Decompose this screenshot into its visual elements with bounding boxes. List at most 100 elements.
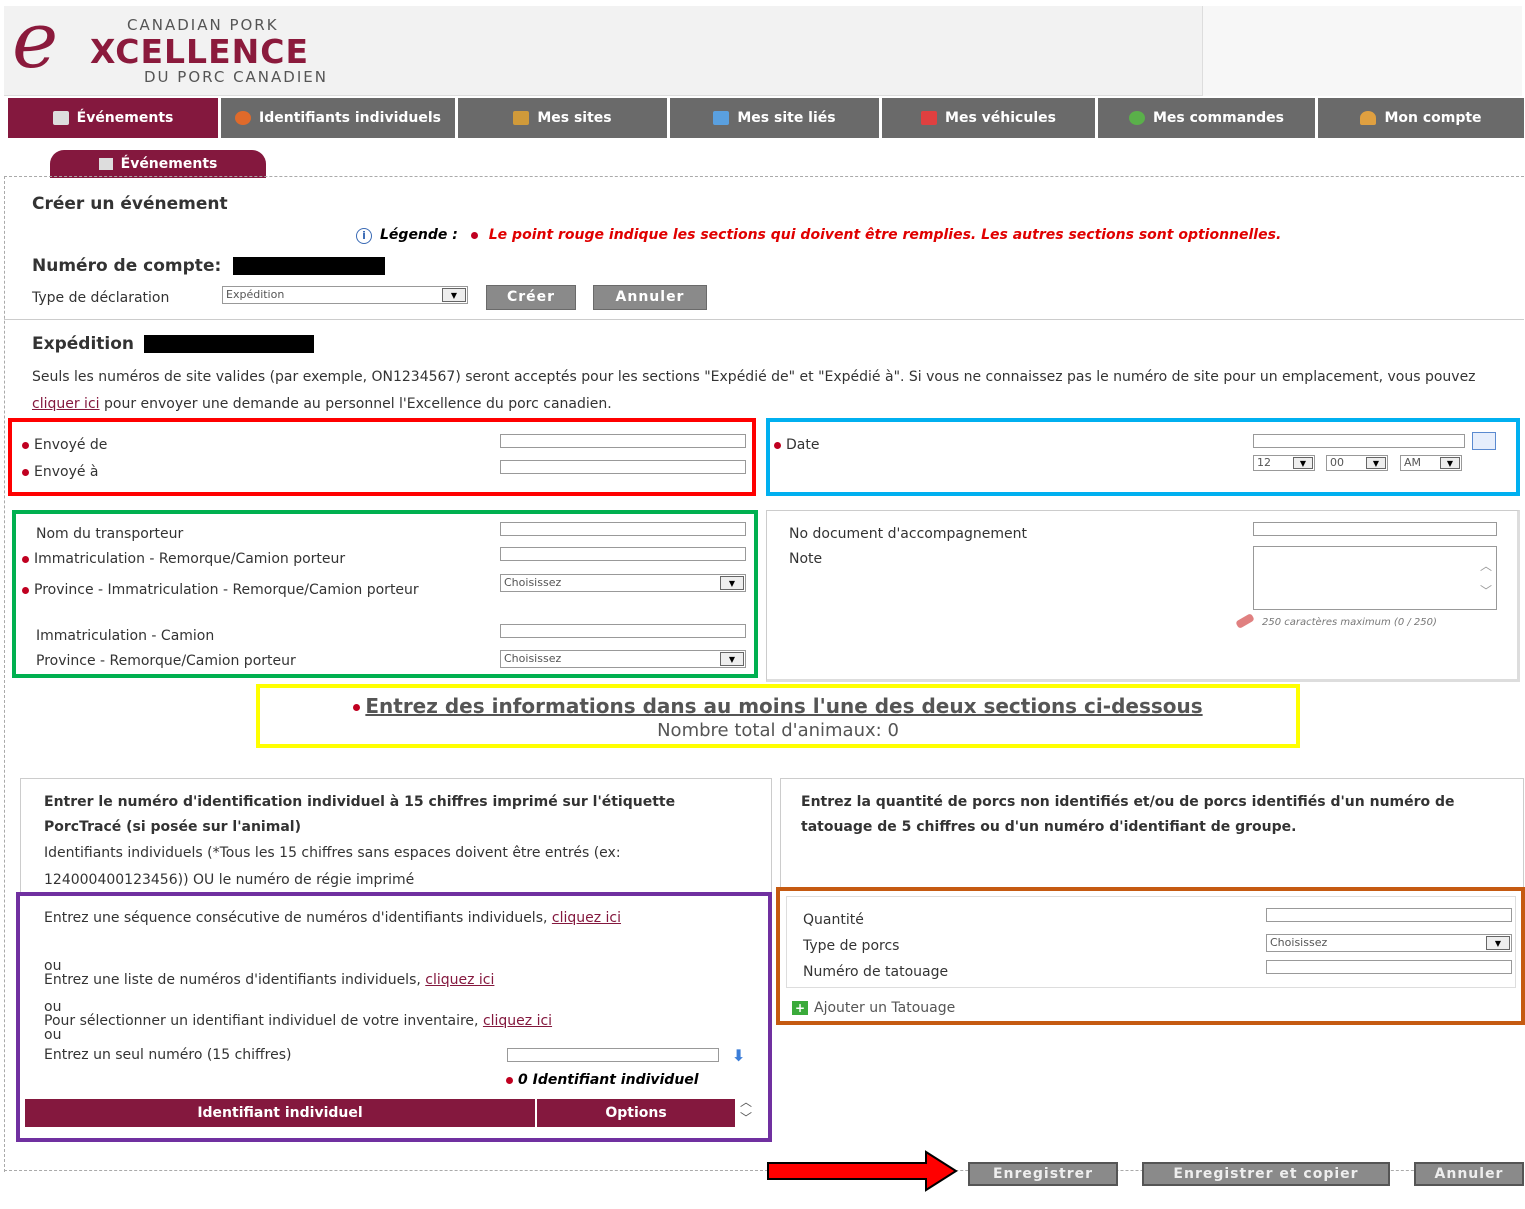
date-input[interactable] — [1253, 434, 1465, 448]
truck-plate-input[interactable] — [500, 624, 746, 638]
declaration-select[interactable]: Expédition ▼ — [222, 286, 468, 304]
desc-text: Seuls les numéros de site valides (par e… — [32, 369, 1476, 385]
date-label: Date — [774, 437, 819, 453]
scroll-down-icon[interactable]: ﹀ — [740, 1110, 752, 1126]
tab-identifiants[interactable]: Identifiants individuels — [221, 98, 458, 138]
hour-select[interactable]: 12 ▼ — [1253, 455, 1315, 471]
redacted-expedition — [143, 335, 314, 353]
quantity-heading: Entrez la quantité de porcs non identifi… — [801, 794, 1455, 835]
doc-number-input[interactable] — [1253, 522, 1497, 536]
required-dot-icon — [22, 468, 29, 476]
header-right-panel — [1202, 6, 1522, 96]
total-animals: Nombre total d'animaux: 0 — [657, 720, 899, 741]
create-button[interactable]: Créer — [486, 285, 576, 310]
required-dot-icon — [22, 555, 29, 563]
tab-mes-commandes[interactable]: Mes commandes — [1098, 98, 1318, 138]
tab-mon-compte[interactable]: Mon compte — [1318, 98, 1524, 138]
save-copy-button[interactable]: Enregistrer et copier — [1142, 1162, 1390, 1186]
required-dot-icon — [774, 441, 781, 449]
carrier-input[interactable] — [500, 522, 746, 536]
chevron-down-icon: ▼ — [1440, 457, 1460, 469]
origin-destination-box — [8, 418, 756, 496]
to-input[interactable] — [500, 460, 746, 474]
account-label: Numéro de compte: — [32, 256, 222, 276]
header: e CANADIAN PORK XCELLENCE DU PORC CANADI… — [4, 2, 1522, 96]
plate-label: Immatriculation - Remorque/Camion porteu… — [22, 551, 345, 567]
logo-line2: XCELLENCE — [90, 32, 310, 71]
column-header-id[interactable]: Identifiant individuel — [24, 1098, 536, 1128]
char-limit-text: 250 caractères maximum (0 / 250) — [1262, 617, 1437, 628]
expedition-title: Expédition — [32, 334, 314, 354]
chevron-down-icon: ▼ — [720, 652, 744, 666]
page-title: Créer un événement — [32, 194, 228, 214]
list-link[interactable]: cliquez ici — [425, 972, 494, 988]
tab-label: Mes sites — [537, 110, 612, 126]
truck-province-label: Province - Remorque/Camion porteur — [36, 653, 296, 669]
truck-province-select[interactable]: Choisissez ▼ — [500, 650, 746, 668]
save-button[interactable]: Enregistrer — [968, 1162, 1118, 1186]
sequence-text: Entrez une séquence consécutive de numér… — [44, 906, 756, 931]
carrier-label: Nom du transporteur — [36, 526, 184, 542]
from-label: Envoyé de — [22, 437, 107, 453]
calendar-icon — [52, 111, 69, 125]
required-dot-icon — [470, 231, 478, 239]
plate-input[interactable] — [500, 547, 746, 561]
cancel-top-button[interactable]: Annuler — [593, 285, 707, 310]
ampm-select[interactable]: AM ▼ — [1400, 455, 1462, 471]
divider — [4, 319, 1524, 320]
quantity-input[interactable] — [1266, 908, 1512, 922]
legend: i Légende : Le point rouge indique les se… — [356, 227, 1281, 244]
or-label: ou — [44, 1027, 62, 1043]
province-label-text: Province - Immatriculation - Remorque/Ca… — [34, 582, 419, 598]
scroll-up-icon[interactable]: ︿ — [740, 1094, 752, 1110]
pig-tag-icon — [235, 111, 251, 125]
sequence-link[interactable]: cliquez ici — [552, 910, 621, 926]
list-text: Entrez une liste de numéros d'identifian… — [44, 972, 494, 988]
minute-select[interactable]: 00 ▼ — [1326, 455, 1388, 471]
required-dot-icon — [353, 704, 361, 711]
note-textarea[interactable]: ︿ ﹀ — [1253, 546, 1497, 610]
scroll-down-icon[interactable]: ﹀ — [1480, 582, 1492, 599]
plate-label-text: Immatriculation - Remorque/Camion porteu… — [34, 551, 346, 567]
request-site-link[interactable]: cliquer ici — [32, 396, 100, 412]
required-dot-icon — [506, 1076, 513, 1084]
single-number-input[interactable] — [507, 1048, 719, 1062]
inventory-text-label: Pour sélectionner un identifiant individ… — [44, 1013, 483, 1029]
inventory-link[interactable]: cliquez ici — [483, 1013, 552, 1029]
tab-label: Mon compte — [1384, 110, 1482, 126]
id-count-text: 0 Identifiant individuel — [518, 1072, 699, 1088]
arrow-down-icon[interactable]: ⬇ — [732, 1046, 745, 1065]
tab-label: Identifiants individuels — [259, 110, 441, 126]
account-number: Numéro de compte: — [32, 256, 386, 276]
province-label: Province - Immatriculation - Remorque/Ca… — [22, 578, 472, 603]
from-label-text: Envoyé de — [34, 437, 108, 453]
desc-text: pour envoyer une demande au personnel l'… — [99, 396, 612, 412]
subtab-evenements[interactable]: Événements — [50, 150, 266, 178]
logo[interactable]: e CANADIAN PORK XCELLENCE DU PORC CANADI… — [12, 2, 392, 88]
cancel-button[interactable]: Annuler — [1414, 1162, 1524, 1186]
tattoo-input[interactable] — [1266, 960, 1512, 974]
calendar-icon[interactable] — [1472, 432, 1496, 450]
tab-mes-sites[interactable]: Mes sites — [458, 98, 670, 138]
red-arrow-annotation — [767, 1150, 958, 1192]
tab-evenements[interactable]: Événements — [8, 98, 221, 138]
column-header-options[interactable]: Options — [536, 1098, 736, 1128]
table-scrollbar[interactable]: ︿ ﹀ — [740, 1094, 752, 1126]
province-select[interactable]: Choisissez ▼ — [500, 574, 746, 592]
add-tattoo-button[interactable]: + Ajouter un Tatouage — [792, 1000, 955, 1016]
legend-label: Légende : — [380, 227, 458, 243]
pig-type-select[interactable]: Choisissez ▼ — [1266, 934, 1512, 952]
ampm-value: AM — [1404, 456, 1422, 469]
tab-mes-sites-lies[interactable]: Mes site liés — [670, 98, 882, 138]
date-label-text: Date — [786, 437, 820, 453]
banner-line1: Entrez des informations dans au moins l'… — [260, 694, 1296, 718]
required-dot-icon — [22, 441, 29, 449]
from-input[interactable] — [500, 434, 746, 448]
chevron-down-icon: ▼ — [1486, 936, 1510, 950]
add-tattoo-label: Ajouter un Tatouage — [814, 1000, 956, 1016]
main-nav: Événements Identifiants individuels Mes … — [8, 98, 1524, 138]
scroll-up-icon[interactable]: ︿ — [1480, 557, 1492, 574]
tab-label: Mes véhicules — [945, 110, 1056, 126]
tab-mes-vehicules[interactable]: Mes véhicules — [882, 98, 1098, 138]
subtab-label: Événements — [120, 156, 218, 172]
